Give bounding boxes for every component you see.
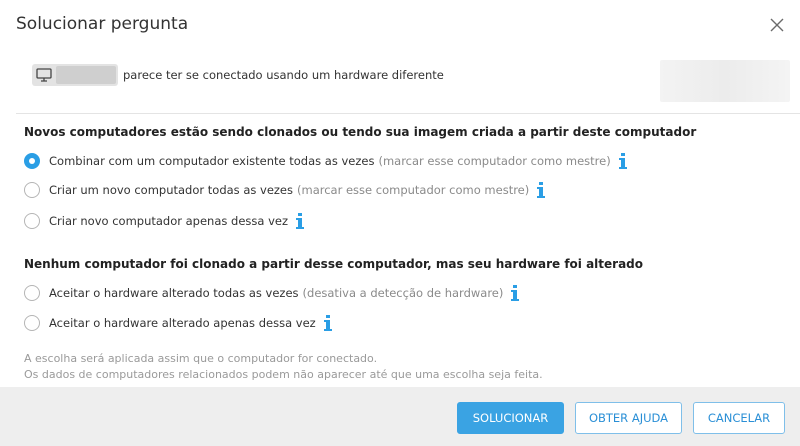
option-create-new-always[interactable]: Criar um novo computador todas as vezes … bbox=[24, 181, 546, 199]
footnote-line-1: A escolha será aplicada assim que o comp… bbox=[24, 352, 378, 365]
option-label: Aceitar o hardware alterado apenas dessa… bbox=[49, 316, 316, 330]
option-merge-existing[interactable]: Combinar com um computador existente tod… bbox=[24, 152, 628, 170]
info-icon[interactable] bbox=[536, 182, 546, 198]
radio[interactable] bbox=[24, 213, 40, 229]
option-label: Criar novo computador apenas dessa vez bbox=[49, 214, 289, 228]
cancel-button[interactable]: CANCELAR bbox=[693, 402, 785, 434]
info-icon[interactable] bbox=[295, 213, 305, 229]
device-name-redacted bbox=[56, 66, 116, 84]
option-create-new-once[interactable]: Criar novo computador apenas dessa vez bbox=[24, 212, 305, 230]
close-icon[interactable] bbox=[766, 14, 788, 36]
option-accept-hardware-always[interactable]: Aceitar o hardware alterado todas as vez… bbox=[24, 284, 520, 302]
dialog-title: Solucionar pergunta bbox=[16, 14, 189, 34]
get-help-button[interactable]: OBTER AJUDA bbox=[575, 402, 682, 434]
divider bbox=[16, 113, 800, 114]
device-row: parece ter se conectado usando um hardwa… bbox=[32, 64, 444, 86]
info-icon[interactable] bbox=[510, 285, 520, 301]
option-hint: (marcar esse computador como mestre) bbox=[378, 154, 611, 168]
resolve-question-dialog: Solucionar pergunta parece ter se conect… bbox=[0, 0, 800, 446]
option-hint: (marcar esse computador como mestre) bbox=[297, 183, 530, 197]
radio-checked[interactable] bbox=[24, 153, 40, 169]
radio[interactable] bbox=[24, 315, 40, 331]
section-hardware-title: Nenhum computador foi clonado a partir d… bbox=[24, 257, 644, 271]
device-message: parece ter se conectado usando um hardwa… bbox=[123, 68, 444, 82]
radio[interactable] bbox=[24, 285, 40, 301]
option-hint: (desativa a detecção de hardware) bbox=[302, 286, 504, 300]
monitor-icon bbox=[36, 68, 52, 82]
resolve-button[interactable]: SOLUCIONAR bbox=[457, 402, 564, 434]
option-label: Aceitar o hardware alterado todas as vez… bbox=[49, 286, 299, 300]
device-chip[interactable] bbox=[32, 64, 118, 86]
redacted-image bbox=[660, 60, 790, 102]
footnote-line-2: Os dados de computadores relacionados po… bbox=[24, 368, 543, 381]
option-label: Combinar com um computador existente tod… bbox=[49, 154, 375, 168]
option-accept-hardware-once[interactable]: Aceitar o hardware alterado apenas dessa… bbox=[24, 314, 333, 332]
option-label: Criar um novo computador todas as vezes bbox=[49, 183, 293, 197]
dialog-footer: SOLUCIONAR OBTER AJUDA CANCELAR bbox=[0, 387, 800, 446]
info-icon[interactable] bbox=[618, 153, 628, 169]
section-cloned-title: Novos computadores estão sendo clonados … bbox=[24, 125, 697, 139]
radio[interactable] bbox=[24, 182, 40, 198]
info-icon[interactable] bbox=[323, 315, 333, 331]
